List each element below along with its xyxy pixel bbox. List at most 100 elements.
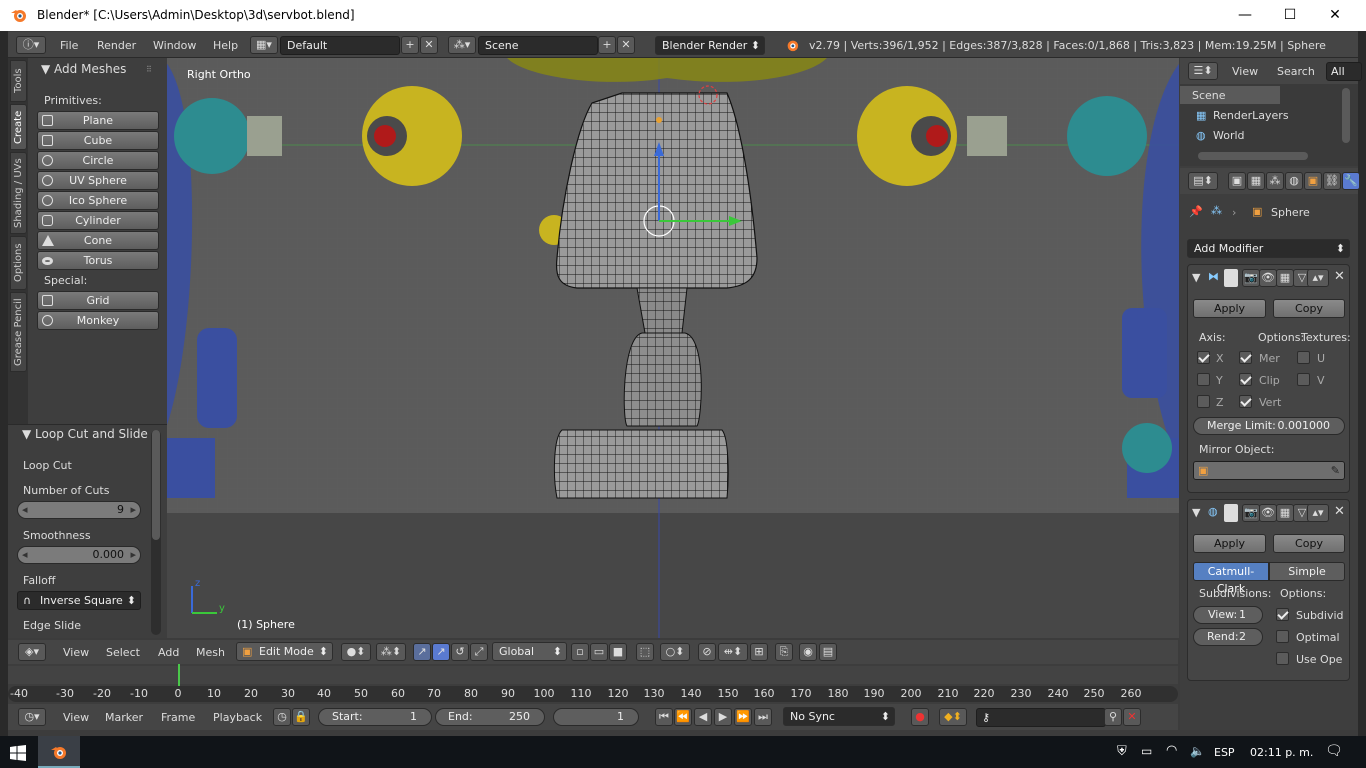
remove-modifier-icon[interactable]: ✕ xyxy=(1334,269,1345,284)
pin-icon[interactable]: 📌 xyxy=(1189,205,1203,218)
move-updown-icon[interactable]: ▴▾ xyxy=(1307,269,1329,287)
mirror-apply-button[interactable]: Apply xyxy=(1193,299,1266,318)
next-keyframe-icon[interactable]: ⏩ xyxy=(734,708,752,726)
jump-start-icon[interactable]: ⏮ xyxy=(655,708,673,726)
render-icon[interactable]: ◉ xyxy=(799,643,817,661)
shading-icon[interactable]: ●⬍ xyxy=(341,643,371,661)
use-opensubdiv-checkbox[interactable] xyxy=(1276,652,1289,665)
outliner-hscrollbar[interactable] xyxy=(1198,152,1308,160)
close-window-button[interactable]: ✕ xyxy=(1312,0,1358,31)
add-cylinder-button[interactable]: Cylinder xyxy=(37,211,159,230)
current-frame-marker[interactable] xyxy=(178,664,180,686)
merge-limit-field[interactable]: Merge Limit: 0.001000 xyxy=(1193,417,1345,435)
menu-render[interactable]: Render xyxy=(97,39,136,52)
decrement-icon[interactable]: ◂ xyxy=(22,547,28,563)
scene-icon[interactable]: ⁂▾ xyxy=(448,36,476,54)
snap-element-icon[interactable]: ⇹⬍ xyxy=(718,643,748,661)
play-icon[interactable]: ▶ xyxy=(714,708,732,726)
clip-checkbox[interactable] xyxy=(1239,373,1252,386)
scene-field[interactable]: Scene xyxy=(478,36,598,55)
collapse-icon[interactable]: ▼ xyxy=(1192,271,1200,284)
sync-select[interactable]: No Sync ⬍ xyxy=(783,707,895,726)
security-icon[interactable]: ⛨ xyxy=(1117,744,1127,759)
timeline[interactable]: -40 -30 -20 -10 0 10 20 30 40 50 60 70 8… xyxy=(8,664,1178,704)
render-levels-field[interactable]: Rend: 2 xyxy=(1193,628,1263,646)
move-updown-icon[interactable]: ▴▾ xyxy=(1307,504,1329,522)
minimize-button[interactable]: — xyxy=(1222,0,1268,31)
taskbar-blender-app[interactable] xyxy=(38,736,80,768)
modifier-tab-icon[interactable]: 🔧 xyxy=(1342,172,1360,190)
operator-scrollbar[interactable] xyxy=(151,430,161,635)
menu-window[interactable]: Window xyxy=(153,39,196,52)
keying-icon[interactable]: ◆⬍ xyxy=(939,708,967,726)
viewport-canvas[interactable]: z y xyxy=(167,58,1179,638)
outliner-item-renderlayers[interactable]: RenderLayers xyxy=(1213,109,1289,122)
menu-view[interactable]: View xyxy=(1232,65,1258,78)
face-select-icon[interactable]: ■ xyxy=(609,643,627,661)
rotate-icon[interactable]: ↺ xyxy=(451,643,469,661)
optimal-display-checkbox[interactable] xyxy=(1276,630,1289,643)
menu-marker[interactable]: Marker xyxy=(105,711,143,724)
add-ico-sphere-button[interactable]: Ico Sphere xyxy=(37,191,159,210)
volume-icon[interactable]: 🔈 xyxy=(1190,744,1205,758)
frame-ruler[interactable]: -40 -30 -20 -10 0 10 20 30 40 50 60 70 8… xyxy=(8,686,1178,702)
remove-scene-icon[interactable]: ✕ xyxy=(617,36,635,54)
editmode-toggle-icon[interactable]: ▦ xyxy=(1276,269,1294,287)
cuts-field[interactable]: ◂ 9 ▸ xyxy=(17,501,141,519)
add-plane-button[interactable]: Plane xyxy=(37,111,159,130)
pivot-icon[interactable]: ⁂⬍ xyxy=(376,643,406,661)
menu-select[interactable]: Select xyxy=(106,646,140,659)
orientation-select[interactable]: Global ⬍ xyxy=(492,642,567,661)
object-tab-icon[interactable]: ▣ xyxy=(1304,172,1322,190)
lock-icon[interactable]: 🔒 xyxy=(292,708,310,726)
jump-end-icon[interactable]: ⏭ xyxy=(754,708,772,726)
falloff-select[interactable]: ∩ Inverse Square ⬍ xyxy=(17,591,141,610)
tab-tools[interactable]: Tools xyxy=(10,60,27,102)
add-meshes-header[interactable]: ▼ Add Meshes xyxy=(41,62,126,76)
axis-z-checkbox[interactable] xyxy=(1197,395,1210,408)
prev-keyframe-icon[interactable]: ⏪ xyxy=(674,708,692,726)
copy-icon[interactable]: ⎘ xyxy=(775,643,793,661)
increment-icon[interactable]: ▸ xyxy=(130,547,136,563)
menu-mesh[interactable]: Mesh xyxy=(196,646,225,659)
render-toggle-icon[interactable]: 📷 xyxy=(1242,269,1260,287)
render-engine-select[interactable]: Blender Render ⬍ xyxy=(655,36,765,55)
add-cube-button[interactable]: Cube xyxy=(37,131,159,150)
snap-icon[interactable]: ⊘ xyxy=(698,643,716,661)
subdivide-uvs-checkbox[interactable] xyxy=(1276,608,1289,621)
edge-select-icon[interactable]: ▭ xyxy=(590,643,608,661)
tab-create[interactable]: Create xyxy=(10,104,27,150)
preview-range-icon[interactable]: ◷ xyxy=(273,708,291,726)
proportional-icon[interactable]: ○⬍ xyxy=(660,643,690,661)
add-scene-icon[interactable]: + xyxy=(598,36,616,54)
current-frame-field[interactable]: 1 xyxy=(553,708,639,726)
axis-y-checkbox[interactable] xyxy=(1197,373,1210,386)
view-levels-field[interactable]: View: 1 xyxy=(1193,606,1263,624)
simple-tab[interactable]: Simple xyxy=(1269,562,1345,581)
maximize-button[interactable]: ☐ xyxy=(1267,0,1313,31)
remove-modifier-icon[interactable]: ✕ xyxy=(1334,504,1345,519)
outliner-filter[interactable]: All Sc xyxy=(1326,62,1362,81)
texture-u-checkbox[interactable] xyxy=(1297,351,1310,364)
properties-editor-icon[interactable]: ▤⬍ xyxy=(1188,172,1218,190)
loopcut-header[interactable]: ▼ Loop Cut and Slide xyxy=(22,427,148,441)
keying-set-field[interactable]: ⚷ xyxy=(976,708,1106,727)
timeline-editor-icon[interactable]: ◷▾ xyxy=(18,708,46,726)
editor-type-icon[interactable]: ◈▾ xyxy=(18,643,46,661)
manipulator-icon[interactable]: ↗ xyxy=(413,643,431,661)
menu-file[interactable]: File xyxy=(60,39,78,52)
add-monkey-button[interactable]: Monkey xyxy=(37,311,159,330)
end-frame-field[interactable]: End: 250 xyxy=(435,708,545,726)
viewport-toggle-icon[interactable]: 👁 xyxy=(1259,504,1277,522)
tab-options[interactable]: Options xyxy=(10,236,27,290)
clock[interactable]: 02:11 p. m. xyxy=(1250,746,1313,759)
subsurf-copy-button[interactable]: Copy xyxy=(1273,534,1345,553)
collapse-icon[interactable]: ▼ xyxy=(1192,506,1200,519)
constraint-tab-icon[interactable]: ⛓ xyxy=(1323,172,1341,190)
translate-icon[interactable]: ↗ xyxy=(432,643,450,661)
render-toggle-icon[interactable]: 📷 xyxy=(1242,504,1260,522)
menu-playback[interactable]: Playback xyxy=(213,711,262,724)
scene-tab-icon[interactable]: ⁂ xyxy=(1266,172,1284,190)
vertex-select-icon[interactable]: ▫ xyxy=(571,643,589,661)
editmode-toggle-icon[interactable]: ▦ xyxy=(1276,504,1294,522)
